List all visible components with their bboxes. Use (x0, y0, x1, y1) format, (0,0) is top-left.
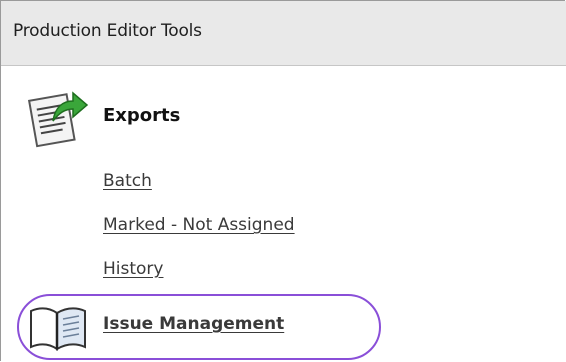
exports-title: Exports (103, 105, 181, 126)
history-link[interactable]: History (103, 259, 163, 279)
export-document-icon (27, 91, 89, 148)
production-editor-tools-panel: Production Editor Tools Exports Batch Ma… (0, 0, 566, 361)
book-icon (30, 307, 86, 351)
panel-title: Production Editor Tools (13, 21, 202, 41)
panel-header: Production Editor Tools (1, 1, 566, 66)
batch-link[interactable]: Batch (103, 171, 152, 191)
marked-not-assigned-link[interactable]: Marked - Not Assigned (103, 215, 295, 235)
issue-management-link[interactable]: Issue Management (103, 314, 284, 334)
